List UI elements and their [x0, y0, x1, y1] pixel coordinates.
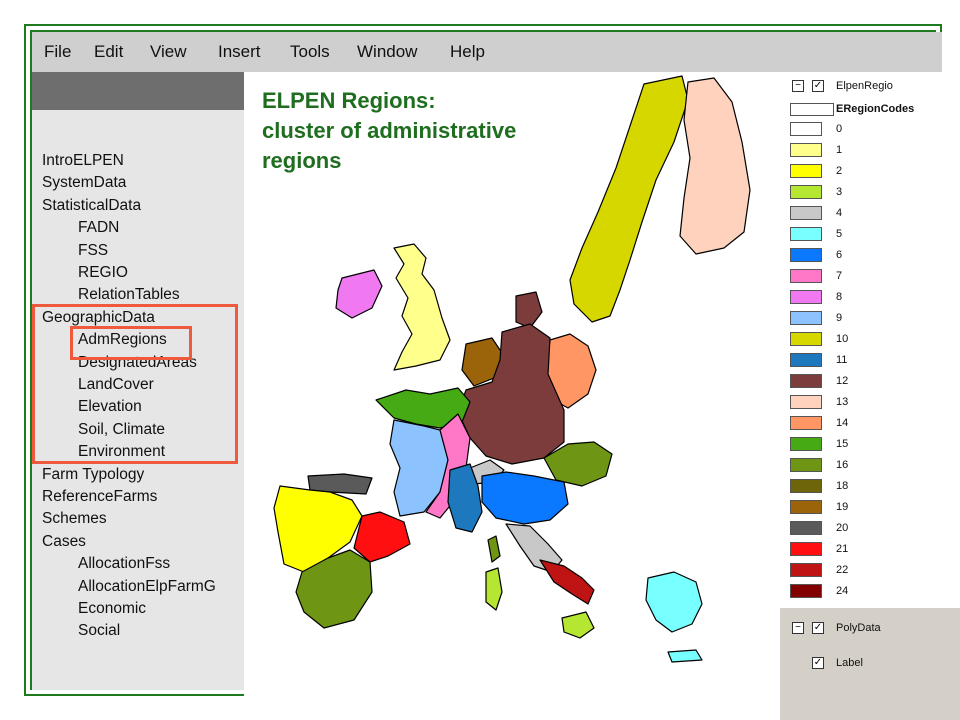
legend-swatch	[790, 479, 822, 493]
legend-swatch	[790, 584, 822, 598]
legend-code: 11	[836, 354, 848, 366]
menu-edit[interactable]: Edit	[94, 42, 123, 62]
menu-insert[interactable]: Insert	[218, 42, 261, 62]
tree-item[interactable]: Cases	[42, 533, 86, 551]
layer-name-polydata: PolyData	[836, 622, 881, 634]
map-region-great-britain	[393, 243, 451, 371]
legend-swatch	[790, 374, 822, 388]
legend-code: 19	[836, 501, 849, 513]
map-region-sicily	[561, 611, 595, 639]
layer-checkbox-polydata[interactable]: ✓	[812, 622, 824, 634]
tree-item[interactable]: Schemes	[42, 510, 107, 528]
map-region-italy-south	[539, 559, 595, 605]
legend-swatch	[790, 500, 822, 514]
legend-swatch	[790, 248, 822, 262]
legend-swatch	[790, 353, 822, 367]
legend-code: 18	[836, 480, 849, 492]
map-region-denmark	[515, 291, 543, 329]
legend-code: 22	[836, 564, 849, 576]
legend-field-name: ERegionCodes	[836, 103, 915, 115]
legend-code: 9	[836, 312, 843, 324]
legend-swatch	[790, 143, 822, 157]
legend-code: 20	[836, 522, 849, 534]
legend-code: 5	[836, 228, 843, 240]
legend-swatch	[790, 416, 822, 430]
tree-item[interactable]: Social	[78, 622, 120, 640]
legend-swatch	[790, 206, 822, 220]
legend-swatch	[790, 269, 822, 283]
tree-item[interactable]: Economic	[78, 600, 146, 618]
legend-swatch	[790, 164, 822, 178]
tree-item[interactable]: FADN	[78, 219, 119, 237]
tree-item[interactable]: ReferenceFarms	[42, 488, 157, 506]
legend-code: 6	[836, 249, 843, 261]
tree-item[interactable]: SystemData	[42, 174, 126, 192]
legend-code: 21	[836, 543, 849, 555]
legend-code: 3	[836, 186, 843, 198]
legend-swatch	[790, 542, 822, 556]
tree-item[interactable]: AllocationFss	[78, 555, 170, 573]
legend-swatch	[790, 185, 822, 199]
map-region-crete	[667, 649, 703, 663]
map-region-corsica	[487, 535, 501, 563]
legend-code: 15	[836, 438, 849, 450]
legend-swatch	[790, 122, 822, 136]
legend-code: 16	[836, 459, 849, 471]
tree-item[interactable]: RelationTables	[78, 286, 180, 304]
legend-code: 14	[836, 417, 849, 429]
legend-code: 4	[836, 207, 843, 219]
tree-item[interactable]: Farm Typology	[42, 466, 144, 484]
collapse-icon-polydata[interactable]: −	[792, 622, 804, 634]
legend-code: 24	[836, 585, 849, 597]
tree-item[interactable]: REGIO	[78, 264, 128, 282]
menu-tools[interactable]: Tools	[290, 42, 330, 62]
legend-swatch	[790, 311, 822, 325]
field-header-swatch	[790, 103, 834, 116]
legend-swatch	[790, 290, 822, 304]
layer-checkbox-label[interactable]: ✓	[812, 657, 824, 669]
map-title-line-1: ELPEN Regions:	[262, 88, 436, 113]
map-region-italy-north-east	[481, 471, 569, 525]
tree-item[interactable]: FSS	[78, 242, 108, 260]
menu-help[interactable]: Help	[450, 42, 485, 62]
menu-window[interactable]: Window	[357, 42, 417, 62]
layer-checkbox-elpenregio[interactable]: ✓	[812, 80, 824, 92]
legend-swatch	[790, 437, 822, 451]
menu-bar: File Edit View Insert Tools Window Help	[32, 32, 942, 72]
map-region-scandinavia	[569, 75, 689, 323]
legend-swatch	[790, 521, 822, 535]
legend-code: 1	[836, 144, 843, 156]
legend-code: 8	[836, 291, 843, 303]
highlight-adm-regions	[70, 326, 192, 360]
legend-swatch	[790, 563, 822, 577]
map-region-greece	[645, 571, 703, 633]
map-region-sardinia	[485, 567, 503, 611]
menu-view[interactable]: View	[150, 42, 187, 62]
tree-item[interactable]: AllocationElpFarmG	[78, 578, 216, 596]
collapse-icon[interactable]: −	[792, 80, 804, 92]
legend-code: 12	[836, 375, 849, 387]
legend-code: 0	[836, 123, 843, 135]
legend-swatch	[790, 395, 822, 409]
legend-code: 10	[836, 333, 849, 345]
map-title-line-3: regions	[262, 148, 342, 173]
tree-item[interactable]: StatisticalData	[42, 197, 141, 215]
legend-code: 13	[836, 396, 849, 408]
map-region-finland	[679, 77, 751, 255]
legend-code: 7	[836, 270, 843, 282]
legend-code: 2	[836, 165, 843, 177]
legend-swatch	[790, 227, 822, 241]
menu-file[interactable]: File	[44, 42, 71, 62]
map-title: ELPEN Regions: cluster of administrative…	[262, 86, 516, 176]
map-region-ireland	[335, 269, 383, 319]
layer-name-label: Label	[836, 657, 863, 669]
legend-swatch	[790, 458, 822, 472]
layer-name-elpenregio: ElpenRegio	[836, 80, 893, 92]
map-title-line-2: cluster of administrative	[262, 118, 517, 143]
legend-swatch	[790, 332, 822, 346]
map-region-spain-east	[353, 511, 411, 563]
tree-item[interactable]: IntroELPEN	[42, 152, 124, 170]
